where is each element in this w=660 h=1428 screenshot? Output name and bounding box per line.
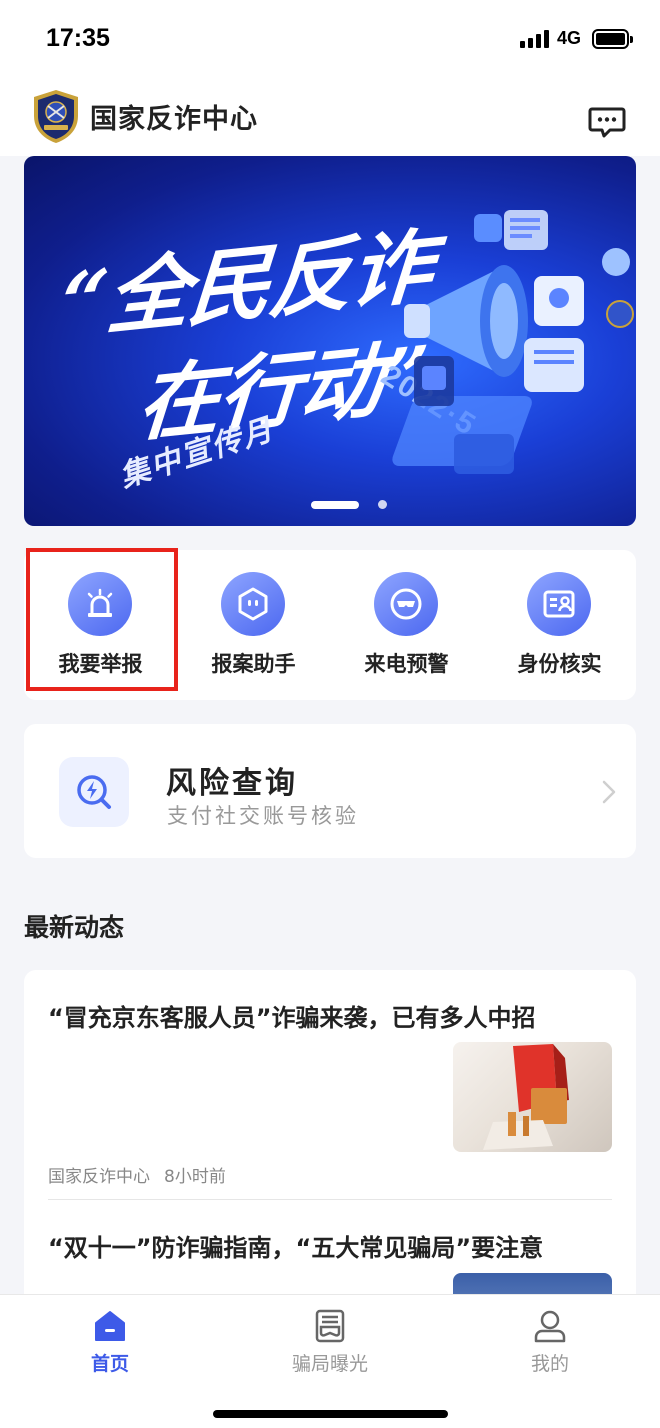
tab-scam-exposure[interactable]: 骗局曝光 <box>220 1295 440 1395</box>
tab-label: 首页 <box>90 1353 129 1375</box>
status-bar: 17:35 4G <box>0 0 660 78</box>
tab-home[interactable]: 首页 <box>0 1295 220 1395</box>
chevron-right-icon <box>602 780 616 804</box>
quick-action-label: 身份核实 <box>517 652 602 676</box>
divider <box>48 1199 612 1200</box>
news-source: 国家反诈中心 <box>48 1167 150 1187</box>
risk-query-title: 风险查询 <box>166 766 298 801</box>
risk-query-subtitle: 支付社交账号核验 <box>167 804 359 828</box>
news-item-title[interactable]: “双十一”防诈骗指南，“五大常见骗局”要注意 <box>48 1228 616 1263</box>
highlight-box <box>26 548 178 691</box>
risk-query-card[interactable]: 风险查询 支付社交账号核验 <box>24 724 636 858</box>
robot-hexagon-icon <box>221 572 285 636</box>
tab-profile[interactable]: 我的 <box>440 1295 660 1395</box>
network-type: 4G <box>557 28 582 48</box>
quick-action-label: 报案助手 <box>211 652 296 676</box>
person-icon <box>534 1310 566 1343</box>
tab-label: 骗局曝光 <box>291 1353 368 1375</box>
quick-action-label: 来电预警 <box>364 652 449 676</box>
home-icon <box>95 1311 125 1341</box>
carousel-dot-active[interactable] <box>311 501 359 509</box>
id-card-icon <box>527 572 591 636</box>
banner-carousel[interactable]: “全民反诈 在行动” 集中宣传月 2022·5 <box>24 156 636 526</box>
news-time: 8小时前 <box>164 1167 226 1187</box>
status-time: 17:35 <box>46 24 110 52</box>
app-title: 国家反诈中心 <box>90 104 258 135</box>
bottom-tab-bar: 首页 骗局曝光 我的 <box>0 1294 660 1428</box>
case-assistant-button[interactable]: 报案助手 <box>177 550 330 700</box>
police-badge-logo <box>34 90 78 143</box>
search-lightning-icon <box>59 757 129 827</box>
call-alert-button[interactable]: 来电预警 <box>330 550 483 700</box>
home-indicator <box>213 1410 448 1418</box>
carousel-indicator <box>24 500 636 510</box>
carousel-dot[interactable] <box>378 500 387 509</box>
app-header: 国家反诈中心 <box>0 78 660 156</box>
news-thumbnail[interactable] <box>453 1042 612 1152</box>
tab-label: 我的 <box>530 1353 569 1375</box>
battery-icon <box>592 29 633 49</box>
news-meta: 国家反诈中心 8小时前 <box>48 1162 240 1187</box>
news-list: “冒充京东客服人员”诈骗来袭，已有多人中招 国家反诈中心 8小时前 “双十一”防诈… <box>24 970 636 1310</box>
news-item-title[interactable]: “冒充京东客服人员”诈骗来袭，已有多人中招 <box>48 998 616 1033</box>
identity-verify-button[interactable]: 身份核实 <box>483 550 636 700</box>
megaphone-illustration <box>392 210 634 474</box>
news-section-title: 最新动态 <box>24 913 125 942</box>
signal-icon <box>520 30 550 48</box>
mask-icon <box>374 572 438 636</box>
mask-doc-icon <box>315 1309 345 1343</box>
message-icon[interactable] <box>588 106 626 140</box>
